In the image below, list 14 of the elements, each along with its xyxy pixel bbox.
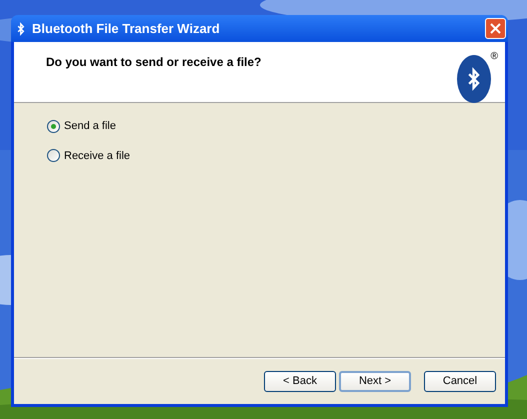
header-question: Do you want to send or receive a file?	[46, 54, 262, 71]
bluetooth-icon	[466, 65, 482, 93]
radio-option[interactable]: Receive a file	[47, 148, 130, 164]
registered-mark: ®	[490, 52, 498, 62]
wizard-button[interactable]: Next >	[339, 371, 411, 392]
bluetooth-icon	[16, 22, 26, 36]
close-button[interactable]	[485, 18, 506, 39]
wizard-button[interactable]: < Back	[264, 371, 336, 392]
window-title: Bluetooth File Transfer Wizard	[32, 20, 221, 38]
wizard-button[interactable]: Cancel	[424, 371, 496, 392]
radio-option[interactable]: Send a file	[47, 118, 116, 134]
close-icon	[490, 23, 501, 34]
radio-button[interactable]	[47, 149, 60, 162]
radio-button[interactable]	[47, 120, 60, 133]
